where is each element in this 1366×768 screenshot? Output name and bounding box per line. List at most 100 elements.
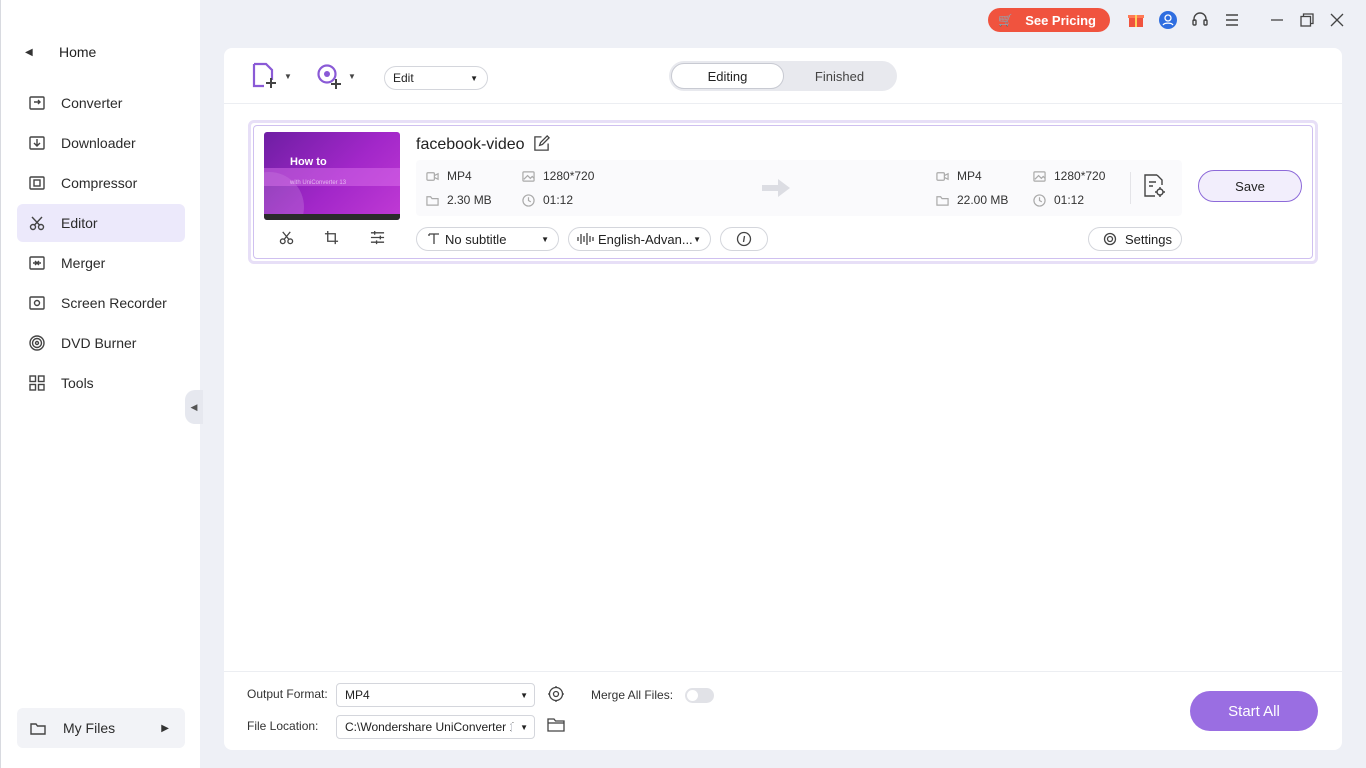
save-button[interactable]: Save	[1198, 170, 1302, 202]
tools-icon	[27, 373, 47, 393]
audio-track-select[interactable]: English-Advan... ▼	[568, 227, 711, 251]
folder-icon	[29, 719, 49, 737]
divider	[1130, 172, 1131, 204]
gift-button[interactable]	[1124, 8, 1148, 32]
audio-track-value: English-Advan...	[598, 231, 693, 247]
add-media-icon	[317, 64, 341, 89]
support-button[interactable]	[1188, 8, 1212, 32]
settings-gear-icon	[1103, 232, 1117, 246]
chevron-down-icon: ▼	[348, 71, 356, 81]
subtitle-value: No subtitle	[445, 231, 507, 247]
file-title: facebook-video	[416, 136, 525, 153]
tab-finished[interactable]: Finished	[784, 63, 895, 89]
open-folder-button[interactable]	[547, 716, 567, 736]
edit-mode-value: Edit	[393, 71, 414, 85]
minimize-button[interactable]	[1262, 8, 1292, 32]
collapse-sidebar-button[interactable]: ◀	[185, 390, 203, 424]
home-link[interactable]: ◀ Home	[25, 40, 96, 64]
crop-button[interactable]	[321, 226, 343, 248]
minimize-icon	[1271, 19, 1283, 21]
screen-recorder-icon	[27, 293, 47, 313]
file-info-panel: MP4 1280*720 2.30 MB 01:12 MP4 1280*720 …	[416, 160, 1182, 216]
sidebar-item-label: Tools	[61, 375, 94, 391]
sidebar-item-editor[interactable]: Editor	[17, 204, 185, 242]
toggle-knob	[687, 690, 698, 701]
chevron-right-icon: ▶	[161, 722, 169, 734]
file-location-select[interactable]: C:\Wondershare UniConverter 1 ▼	[336, 715, 535, 739]
restore-button[interactable]	[1292, 8, 1322, 32]
source-duration-value: 01:12	[543, 193, 574, 207]
target-format: MP4	[936, 169, 982, 183]
sidebar: ◀ Home Converter Downloader Compressor E…	[0, 0, 203, 768]
sidebar-item-tools[interactable]: Tools	[17, 364, 185, 402]
thumbnail-title: How to	[290, 156, 327, 168]
source-size: 2.30 MB	[426, 193, 492, 207]
sidebar-item-converter[interactable]: Converter	[17, 84, 185, 122]
source-resolution-value: 1280*720	[543, 169, 595, 183]
start-all-button[interactable]: Start All	[1190, 691, 1318, 731]
subtitle-select[interactable]: No subtitle ▼	[416, 227, 559, 251]
add-from-device-button[interactable]: ▼	[316, 62, 356, 90]
close-button[interactable]	[1322, 8, 1352, 32]
editor-panel: ▼ ▼ Edit ▼ Editing Finished How to with …	[224, 48, 1342, 750]
sidebar-item-compressor[interactable]: Compressor	[17, 164, 185, 202]
editor-toolbar: ▼ ▼ Edit ▼ Editing Finished	[224, 48, 1342, 104]
sidebar-item-merger[interactable]: Merger	[17, 244, 185, 282]
restore-icon	[1300, 13, 1314, 27]
source-size-value: 2.30 MB	[447, 193, 492, 207]
compressor-icon	[27, 173, 47, 193]
file-card[interactable]: How to with UniConverter 13 facebook-vid…	[248, 120, 1318, 264]
my-files-label: My Files	[63, 720, 116, 736]
sidebar-item-label: Compressor	[61, 175, 138, 191]
sidebar-item-downloader[interactable]: Downloader	[17, 124, 185, 162]
thumbnail-tools	[264, 223, 400, 251]
folder-open-icon	[547, 718, 565, 732]
crop-icon	[325, 230, 339, 244]
trim-button[interactable]	[276, 226, 298, 248]
editor-icon	[27, 213, 47, 233]
sidebar-item-screen-recorder[interactable]: Screen Recorder	[17, 284, 185, 322]
sidebar-item-label: Downloader	[61, 135, 136, 151]
output-format-settings-button[interactable]	[547, 685, 567, 705]
info-button[interactable]	[720, 227, 768, 251]
target-size: 22.00 MB	[936, 193, 1008, 207]
sidebar-item-label: Merger	[61, 255, 106, 271]
edit-mode-select[interactable]: Edit ▼	[384, 66, 488, 90]
output-settings-button[interactable]	[1142, 173, 1168, 201]
output-format-select[interactable]: MP4 ▼	[336, 683, 535, 707]
thumbnail-subtitle: with UniConverter 13	[290, 180, 347, 186]
cart-icon: 🛒	[998, 13, 1014, 27]
merge-all-files-toggle[interactable]	[685, 688, 714, 703]
info-icon	[736, 231, 752, 247]
scissors-icon	[279, 230, 294, 244]
clock-icon	[522, 193, 535, 207]
account-button[interactable]	[1156, 8, 1180, 32]
rename-file-button[interactable]	[533, 135, 553, 155]
menu-button[interactable]	[1220, 8, 1244, 32]
target-duration-value: 01:12	[1054, 193, 1085, 207]
image-icon	[1033, 170, 1046, 182]
my-files-button[interactable]: My Files ▶	[17, 708, 185, 748]
close-icon	[1330, 13, 1344, 27]
see-pricing-button[interactable]: 🛒 See Pricing	[988, 8, 1110, 32]
effects-button[interactable]	[366, 226, 388, 248]
sidebar-item-dvd-burner[interactable]: DVD Burner	[17, 324, 185, 362]
sidebar-item-label: DVD Burner	[61, 335, 137, 351]
settings-button[interactable]: Settings	[1088, 227, 1182, 251]
sidebar-item-label: Screen Recorder	[61, 295, 167, 311]
gift-icon	[1128, 15, 1144, 27]
target-duration: 01:12	[1033, 193, 1084, 207]
video-camera-icon	[426, 171, 439, 181]
source-duration: 01:12	[522, 193, 573, 207]
text-subtitle-icon	[428, 233, 439, 244]
home-label: Home	[59, 44, 97, 60]
add-files-button[interactable]: ▼	[252, 62, 292, 90]
convert-arrow-icon	[762, 179, 790, 197]
tab-editing[interactable]: Editing	[671, 63, 784, 89]
folder-icon	[936, 195, 949, 206]
image-icon	[522, 170, 535, 182]
video-thumbnail[interactable]: How to with UniConverter 13	[264, 132, 400, 220]
status-tabs: Editing Finished	[669, 61, 897, 91]
file-location-value: C:\Wondershare UniConverter 1	[345, 720, 517, 734]
headset-icon	[1192, 12, 1208, 26]
